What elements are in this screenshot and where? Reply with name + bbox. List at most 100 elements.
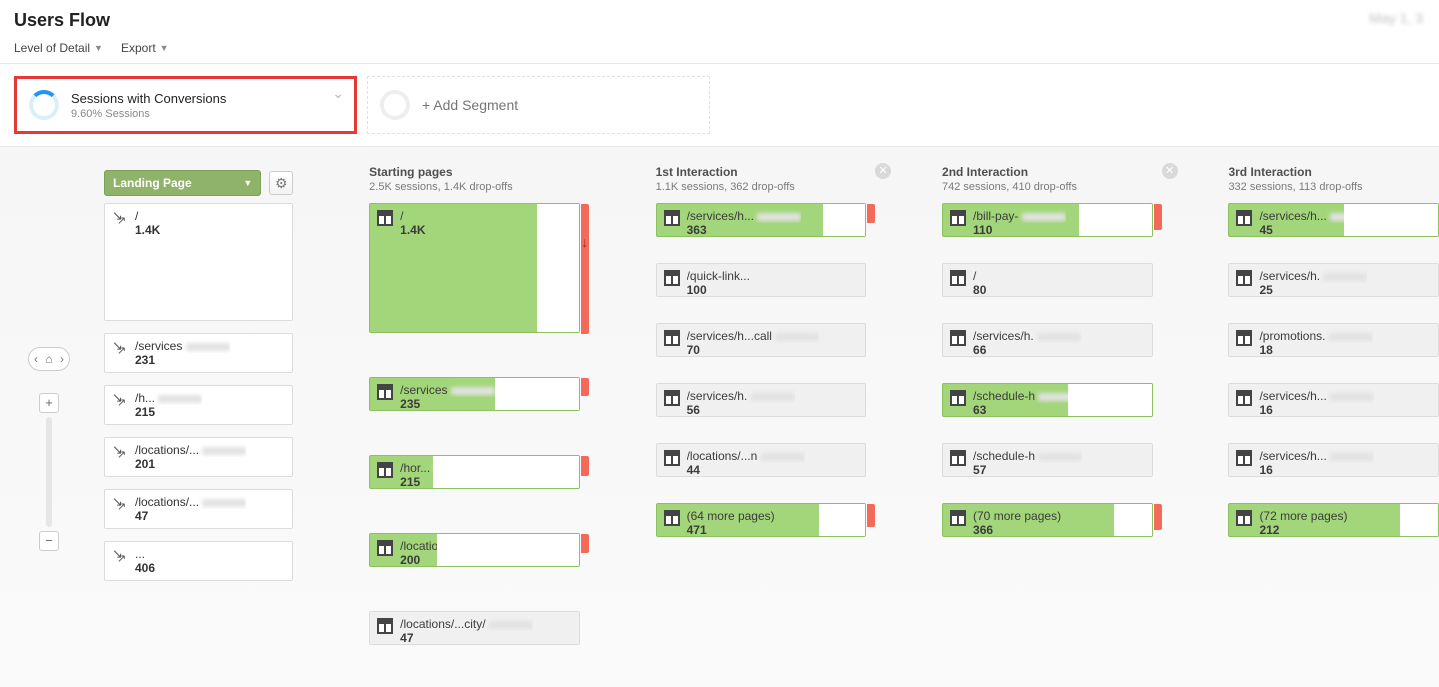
page-icon [664,270,680,286]
page-icon [664,210,680,226]
page-icon [377,462,393,478]
page-icon [950,450,966,466]
flow-node[interactable]: /quick-link...100 [656,263,867,297]
page-icon [1236,210,1252,226]
page-icon [664,510,680,526]
page-icon [950,210,966,226]
close-icon[interactable]: ✕ [875,163,891,179]
step-title: 2nd Interaction [942,165,1153,179]
level-of-detail-menu[interactable]: Level of Detail ▼ [14,41,103,55]
segment-card-active[interactable]: Sessions with Conversions 9.60% Sessions… [14,76,357,134]
flow-node[interactable]: /locations/...city/ 47 [369,611,580,645]
source-node[interactable]: /locations/... 47 [104,489,293,529]
page-icon [1236,330,1252,346]
page-icon [377,210,393,226]
segment-subtitle: 9.60% Sessions [71,108,226,120]
segments-row: Sessions with Conversions 9.60% Sessions… [0,64,1439,147]
step-title: Starting pages [369,165,580,179]
page-icon [1236,510,1252,526]
flow-node[interactable]: /services/h... 16 [1228,383,1439,417]
segment-donut-ghost-icon [380,90,410,120]
page-icon [1236,390,1252,406]
source-node[interactable]: /h... 215 [104,385,293,425]
chevron-left-icon[interactable]: ‹ [34,352,38,366]
flow-node[interactable]: /services/h... 16 [1228,443,1439,477]
page-root: Users Flow May 1, 3 Level of Detail ▼ Ex… [0,0,1439,687]
flow-columns: Landing Page▼ ⚙ /1.4K/services 231/h... 21… [0,165,1439,687]
flow-node[interactable]: /promotions. 18 [1228,323,1439,357]
page-icon [950,330,966,346]
flow-node[interactable]: /schedule-h 63 [942,383,1153,417]
step-subtitle: 1.1K sessions, 362 drop-offs [656,181,867,193]
page-icon [1236,270,1252,286]
segment-donut-icon [29,90,59,120]
source-icon [112,496,128,512]
chevron-right-icon[interactable]: › [60,352,64,366]
caret-down-icon: ▼ [94,43,103,53]
add-segment-card[interactable]: + Add Segment [367,76,710,134]
page-header: Users Flow May 1, 3 [0,0,1439,35]
source-node[interactable]: ...406 [104,541,293,581]
flow-node[interactable]: /services/h. 56 [656,383,867,417]
date-range[interactable]: May 1, 3 [1369,10,1423,26]
export-menu[interactable]: Export ▼ [121,41,169,55]
zoom-in-button[interactable]: + [39,393,59,413]
caret-down-icon: ▼ [160,43,169,53]
source-node[interactable]: /locations/... 201 [104,437,293,477]
zoom-out-button[interactable]: − [39,531,59,551]
flow-node[interactable]: /services 235 [369,377,580,411]
step-column: 3rd Interaction 332 sessions, 113 drop-of… [1228,165,1439,549]
caret-down-icon: ▼ [243,178,252,188]
page-icon [664,330,680,346]
step-subtitle: 742 sessions, 410 drop-offs [942,181,1153,193]
step-subtitle: 332 sessions, 113 drop-offs [1228,181,1439,193]
dimension-select[interactable]: Landing Page▼ [104,170,261,196]
step-column: 2nd Interaction 742 sessions, 410 drop-of… [942,165,1153,549]
page-title: Users Flow [14,10,1425,31]
flow-node[interactable]: /services/h... 45 [1228,203,1439,237]
flow-node[interactable]: /1.4K [369,203,580,333]
flow-node[interactable]: /services/h...call 70 [656,323,867,357]
page-icon [377,384,393,400]
page-icon [377,540,393,556]
page-icon [377,618,393,634]
home-icon[interactable]: ⌂ [45,352,52,366]
flow-node[interactable]: /locations/...n 44 [656,443,867,477]
page-icon [950,510,966,526]
zoom-slider[interactable] [46,417,52,527]
source-column: Landing Page▼ ⚙ /1.4K/services 231/h... 21… [104,165,293,593]
add-segment-label: + Add Segment [422,97,518,113]
step-title: 1st Interaction [656,165,867,179]
flow-node[interactable]: /bill-pay- 110 [942,203,1153,237]
step-column: 1st Interaction 1.1K sessions, 362 drop-o… [656,165,867,549]
flow-node[interactable]: (72 more pages)212 [1228,503,1439,537]
page-icon [664,390,680,406]
page-icon [664,450,680,466]
report-toolbar: Level of Detail ▼ Export ▼ [0,35,1439,64]
source-node[interactable]: /1.4K [104,203,293,321]
flow-canvas[interactable]: ‹ ⌂ › + − Landing Page▼ ⚙ /1.4K/services 2… [0,147,1439,687]
page-icon [950,270,966,286]
step-subtitle: 2.5K sessions, 1.4K drop-offs [369,181,580,193]
gear-icon[interactable]: ⚙ [269,171,293,195]
flow-node[interactable]: /services/h... 363 [656,203,867,237]
flow-nav-controls: ‹ ⌂ › + − [28,347,70,551]
step-title: 3rd Interaction [1228,165,1439,179]
flow-node[interactable]: /services/h. 66 [942,323,1153,357]
flow-node[interactable]: (64 more pages)471 [656,503,867,537]
source-icon [112,210,128,226]
flow-node[interactable]: /locations/... 200 [369,533,580,567]
source-node[interactable]: /services 231 [104,333,293,373]
segment-title: Sessions with Conversions [71,91,226,106]
source-icon [112,340,128,356]
page-icon [1236,450,1252,466]
close-icon[interactable]: ✕ [1162,163,1178,179]
flow-node[interactable]: /80 [942,263,1153,297]
flow-node[interactable]: (70 more pages)366 [942,503,1153,537]
nav-pill[interactable]: ‹ ⌂ › [28,347,70,371]
chevron-down-icon[interactable]: ⌄ [332,85,344,102]
flow-node[interactable]: /hor... 215 [369,455,580,489]
flow-node[interactable]: /services/h. 25 [1228,263,1439,297]
source-icon [112,392,128,408]
flow-node[interactable]: /schedule-h 57 [942,443,1153,477]
